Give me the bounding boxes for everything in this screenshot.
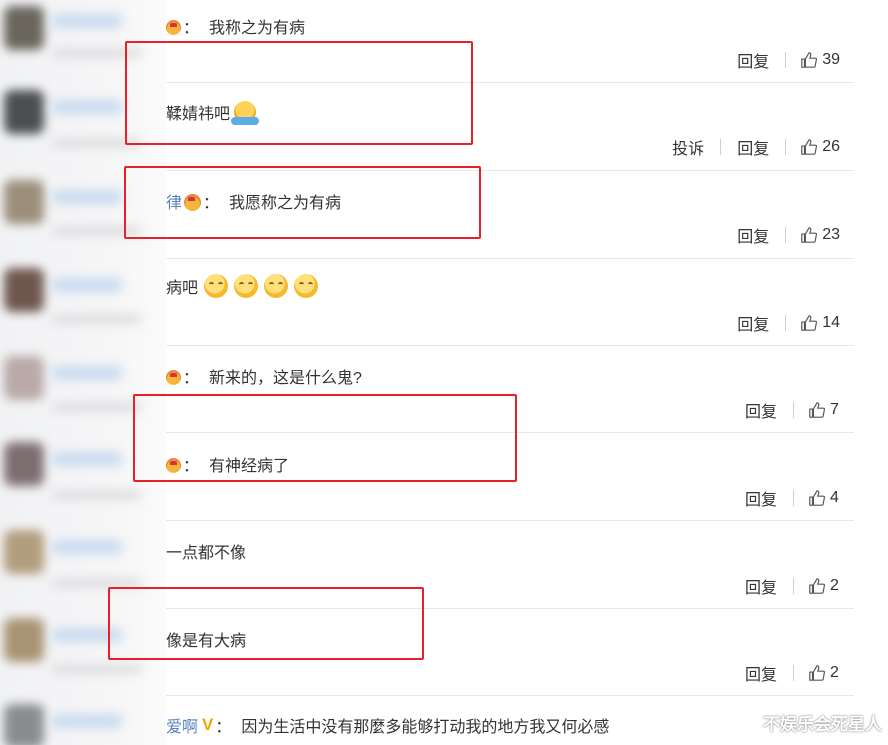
like-count: 7 <box>830 401 839 418</box>
avatar <box>4 180 44 224</box>
reply-button[interactable]: 回复 <box>743 574 779 598</box>
comment-actions: 回复 39 <box>735 48 840 72</box>
watermark: 不娱乐会死星人 <box>763 715 882 734</box>
comment-actions: 回复 2 <box>743 661 840 685</box>
comment-text: ： 我称之为有病 <box>166 14 305 38</box>
like-button[interactable]: 4 <box>808 489 840 507</box>
comment-actions: 回复 7 <box>743 398 840 422</box>
comment-text: ： 有神经病了 <box>166 452 289 476</box>
comment-text: 像是有大病 <box>166 633 247 650</box>
username[interactable]: 律 <box>166 189 182 213</box>
avatar <box>4 530 44 574</box>
comment-actions: 回复 23 <box>735 223 840 247</box>
username[interactable]: 爱啊 <box>166 713 198 737</box>
like-button[interactable]: 2 <box>808 664 840 682</box>
highlight-box <box>125 41 473 145</box>
avatar <box>4 704 44 745</box>
thumbs-up-icon <box>809 490 826 506</box>
verified-v-icon: V <box>202 715 214 734</box>
dizzy-emoji-icon <box>234 274 259 298</box>
comment-actions: 回复 14 <box>735 311 840 335</box>
dizzy-emoji-icon <box>294 274 319 298</box>
divider <box>166 82 854 83</box>
crown-badge-icon <box>166 19 181 35</box>
like-button[interactable]: 2 <box>808 577 840 595</box>
like-count: 26 <box>822 138 840 155</box>
avatar <box>4 618 44 662</box>
comment-text: 一点都不像 <box>166 545 247 562</box>
like-button[interactable]: 23 <box>800 226 840 244</box>
thumbs-up-icon <box>801 315 818 331</box>
crown-badge-icon <box>166 457 181 473</box>
reply-button[interactable]: 回复 <box>743 661 779 685</box>
divider <box>166 608 854 609</box>
thumbs-up-icon <box>801 139 818 155</box>
like-count: 23 <box>822 226 840 243</box>
like-button[interactable]: 26 <box>800 138 840 156</box>
divider <box>166 345 854 346</box>
hug-emoji-icon <box>231 101 260 125</box>
thumbs-up-icon <box>809 665 826 681</box>
comment-text: 鞣婧祎吧 <box>166 100 260 125</box>
crown-badge-icon <box>184 193 202 211</box>
comment-text: ： 新来的，这是什么鬼? <box>166 364 362 388</box>
like-button[interactable]: 39 <box>800 51 840 69</box>
report-button[interactable]: 投诉 <box>670 135 706 159</box>
reply-button[interactable]: 回复 <box>735 223 771 247</box>
comment-text: 病吧 <box>166 274 319 298</box>
divider <box>166 170 854 171</box>
blurred-user-column <box>0 0 166 745</box>
crown-badge-icon <box>166 369 181 385</box>
reply-button[interactable]: 回复 <box>743 486 779 510</box>
divider <box>166 520 854 521</box>
avatar <box>4 6 44 50</box>
dizzy-emoji-icon <box>264 274 289 298</box>
thumbs-up-icon <box>801 52 818 68</box>
reply-button[interactable]: 回复 <box>735 311 771 335</box>
thumbs-up-icon <box>801 227 818 243</box>
divider <box>166 432 854 433</box>
like-count: 2 <box>830 577 839 594</box>
reply-button[interactable]: 回复 <box>735 135 771 159</box>
like-count: 14 <box>822 314 840 331</box>
comment-actions: 投诉 回复 26 <box>670 135 840 159</box>
comment-text: 爱啊 V ： 因为生活中没有那麼多能够打动我的地方我又何必感 <box>166 713 610 737</box>
comment-actions: 回复 4 <box>743 486 840 510</box>
like-count: 39 <box>822 51 840 68</box>
like-count: 4 <box>830 489 839 506</box>
reply-button[interactable]: 回复 <box>735 48 771 72</box>
avatar <box>4 268 44 312</box>
divider <box>166 258 854 259</box>
reply-button[interactable]: 回复 <box>743 398 779 422</box>
avatar <box>4 442 44 486</box>
avatar <box>4 90 44 134</box>
like-button[interactable]: 7 <box>808 401 840 419</box>
divider <box>166 695 854 696</box>
thumbs-up-icon <box>809 402 826 418</box>
thumbs-up-icon <box>809 578 826 594</box>
like-count: 2 <box>830 664 839 681</box>
dizzy-emoji-icon <box>204 274 229 298</box>
comment-text: 律 ： 我愿称之为有病 <box>166 189 341 213</box>
like-button[interactable]: 14 <box>800 314 840 332</box>
comment-actions: 回复 2 <box>743 574 840 598</box>
avatar <box>4 356 44 400</box>
